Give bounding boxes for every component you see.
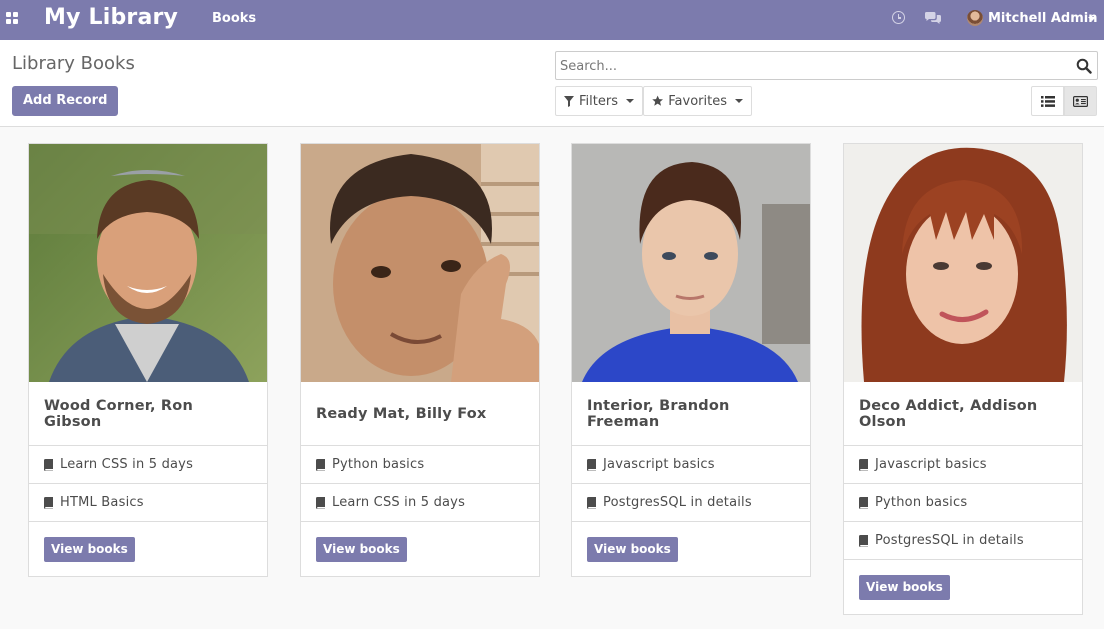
book-item: Python basics	[301, 446, 539, 484]
book-item: PostgresSQL in details	[844, 522, 1082, 560]
menu-books[interactable]: Books	[212, 11, 256, 26]
caret-down-icon	[625, 99, 634, 103]
address-card-icon	[1073, 95, 1088, 107]
app-title[interactable]: My Library	[44, 5, 178, 30]
kanban-card[interactable]: Interior, Brandon Freeman Javascript bas…	[571, 143, 811, 577]
book-icon	[859, 496, 868, 509]
book-item: Javascript basics	[844, 446, 1082, 484]
card-title: Deco Addict, Addison Olson	[844, 382, 1082, 446]
book-icon	[587, 458, 596, 471]
card-footer: View books	[572, 522, 810, 576]
kanban-card[interactable]: Ready Mat, Billy Fox Python basics Learn…	[300, 143, 540, 577]
book-title: Learn CSS in 5 days	[60, 457, 194, 472]
book-icon	[316, 496, 325, 509]
apps-menu-icon[interactable]	[6, 12, 18, 24]
view-books-button[interactable]: View books	[316, 536, 407, 562]
author-photo	[301, 144, 539, 382]
author-photo-image	[844, 144, 1082, 382]
author-photo	[572, 144, 810, 382]
book-item: Javascript basics	[572, 446, 810, 484]
author-photo	[844, 144, 1082, 382]
author-photo	[29, 144, 267, 382]
star-icon	[652, 95, 663, 106]
kanban-card[interactable]: Wood Corner, Ron Gibson Learn CSS in 5 d…	[28, 143, 268, 577]
book-icon	[859, 534, 868, 547]
book-title: Python basics	[332, 457, 425, 472]
view-books-button[interactable]: View books	[859, 574, 950, 600]
search-icon[interactable]	[1076, 58, 1092, 74]
book-title: Javascript basics	[603, 457, 715, 472]
author-photo-image	[572, 144, 810, 382]
book-icon	[316, 458, 325, 471]
card-title: Interior, Brandon Freeman	[572, 382, 810, 446]
clock-icon[interactable]	[892, 11, 905, 24]
chevron-down-icon[interactable]	[1088, 17, 1096, 21]
top-navbar: My Library Books Mitchell Admin	[0, 0, 1104, 40]
book-item: Learn CSS in 5 days	[29, 446, 267, 484]
kanban-view-button[interactable]	[1064, 86, 1097, 116]
user-menu[interactable]: Mitchell Admin	[988, 11, 1097, 26]
chat-icon[interactable]	[924, 11, 942, 25]
card-title: Ready Mat, Billy Fox	[301, 382, 539, 446]
book-item: HTML Basics	[29, 484, 267, 522]
book-icon	[44, 458, 53, 471]
book-title: HTML Basics	[60, 495, 144, 510]
list-view-button[interactable]	[1031, 86, 1064, 116]
book-title: Python basics	[875, 495, 968, 510]
favorites-dropdown[interactable]: Favorites	[643, 86, 752, 116]
kanban-card[interactable]: Deco Addict, Addison Olson Javascript ba…	[843, 143, 1083, 615]
list-icon	[1040, 95, 1055, 107]
card-footer: View books	[29, 522, 267, 576]
book-icon	[859, 458, 868, 471]
book-item: Python basics	[844, 484, 1082, 522]
book-item: PostgresSQL in details	[572, 484, 810, 522]
favorites-label: Favorites	[668, 93, 727, 109]
book-title: PostgresSQL in details	[875, 533, 1024, 548]
search-input[interactable]	[560, 56, 1060, 76]
search-box[interactable]	[555, 51, 1098, 80]
filter-icon	[564, 95, 574, 107]
view-books-button[interactable]: View books	[44, 536, 135, 562]
add-record-button[interactable]: Add Record	[12, 86, 119, 116]
control-panel: Library Books Add Record Filters Favorit…	[0, 40, 1104, 127]
filters-dropdown[interactable]: Filters	[555, 86, 643, 116]
breadcrumb: Library Books	[12, 53, 135, 74]
author-photo-image	[301, 144, 539, 382]
book-icon	[587, 496, 596, 509]
book-icon	[44, 496, 53, 509]
view-books-button[interactable]: View books	[587, 536, 678, 562]
book-title: Javascript basics	[875, 457, 987, 472]
filters-label: Filters	[579, 93, 618, 109]
book-title: PostgresSQL in details	[603, 495, 752, 510]
card-footer: View books	[844, 560, 1082, 614]
user-avatar[interactable]	[967, 10, 983, 26]
card-footer: View books	[301, 522, 539, 576]
author-photo-image	[29, 144, 267, 382]
card-title: Wood Corner, Ron Gibson	[29, 382, 267, 446]
book-title: Learn CSS in 5 days	[332, 495, 466, 510]
book-item: Learn CSS in 5 days	[301, 484, 539, 522]
caret-down-icon	[735, 99, 743, 103]
